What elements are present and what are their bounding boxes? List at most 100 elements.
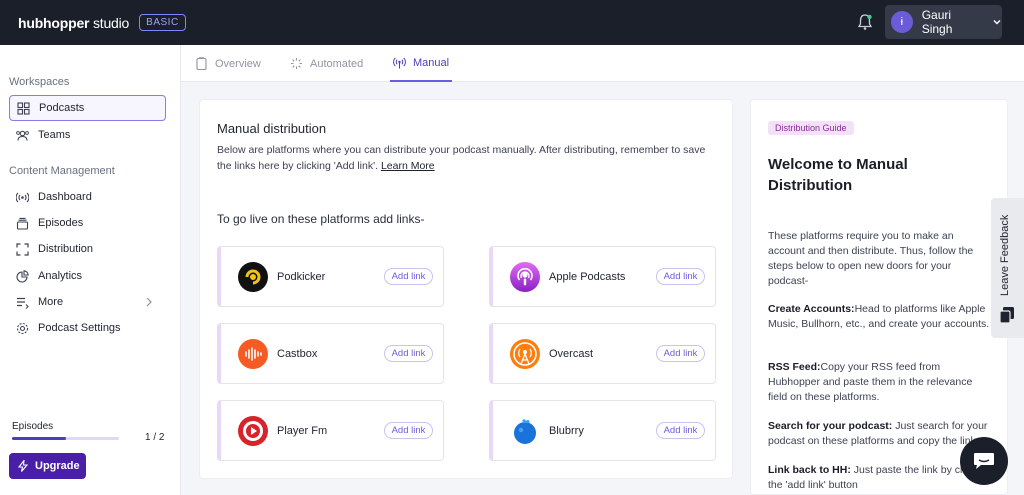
expand-icon xyxy=(16,242,29,256)
add-link-button[interactable]: Add link xyxy=(384,268,433,285)
layers-icon xyxy=(16,217,29,230)
sidebar-item-label: Episodes xyxy=(38,217,84,229)
sidebar-item-label: Teams xyxy=(38,129,71,141)
episodes-quota-count: 1 / 2 xyxy=(145,432,165,443)
platform-name: Castbox xyxy=(277,347,318,360)
apple-podcasts-icon xyxy=(510,261,540,292)
sidebar-item-label: Analytics xyxy=(38,270,83,282)
guide-step-title: RSS Feed: xyxy=(768,361,821,373)
chat-icon xyxy=(974,453,994,469)
sidebar-item-label: Podcast Settings xyxy=(38,322,121,334)
sidebar-item-episodes[interactable]: Episodes xyxy=(9,210,166,236)
broadcast-icon xyxy=(16,192,29,202)
add-link-button[interactable]: Add link xyxy=(656,422,705,439)
overcast-icon xyxy=(510,338,540,369)
guide-badge: Distribution Guide xyxy=(768,121,854,135)
guide-step-title: Create Accounts: xyxy=(768,303,855,315)
description-text: Below are platforms where you can distri… xyxy=(217,144,706,172)
platform-name: Podkicker xyxy=(277,270,326,283)
sidebar-item-dashboard[interactable]: Dashboard xyxy=(9,184,166,210)
lightning-icon xyxy=(17,460,29,472)
sidebar-item-analytics[interactable]: Analytics xyxy=(9,263,166,289)
platform-name: Overcast xyxy=(549,347,594,360)
episodes-quota-label: Episodes xyxy=(12,421,54,432)
add-link-button[interactable]: Add link xyxy=(384,345,433,362)
episodes-progress-fill xyxy=(12,437,66,440)
add-link-button[interactable]: Add link xyxy=(656,345,705,362)
tab-label: Automated xyxy=(310,57,364,70)
platforms-subheading: To go live on these platforms add links- xyxy=(217,212,425,226)
platform-card-apple-podcasts: Apple Podcasts Add link xyxy=(489,246,716,307)
feedback-icon xyxy=(999,307,1014,324)
user-menu[interactable]: ɨ Gauri Singh xyxy=(885,5,1002,39)
tab-automated[interactable]: Automated xyxy=(290,45,363,82)
pie-chart-icon xyxy=(16,269,29,283)
blubrry-icon xyxy=(514,418,536,444)
top-bar: hubhopper studio BASIC ɨ Gauri Singh xyxy=(0,0,1024,45)
avatar: ɨ xyxy=(891,11,913,33)
sparkle-icon xyxy=(291,58,302,69)
tab-manual[interactable]: Manual xyxy=(390,45,453,82)
platform-card-podkicker: Podkicker Add link xyxy=(217,246,444,307)
castbox-icon xyxy=(238,338,268,369)
player-fm-icon xyxy=(238,415,268,446)
upgrade-button[interactable]: Upgrade xyxy=(9,453,86,479)
sidebar-item-label: Distribution xyxy=(38,243,94,255)
leave-feedback-tab[interactable]: Leave Feedback xyxy=(991,198,1024,338)
sidebar-item-label: Dashboard xyxy=(38,191,92,203)
workspaces-heading: Workspaces xyxy=(9,76,70,88)
platform-card-blubrry: Blubrry Add link xyxy=(489,400,716,461)
plan-badge: BASIC xyxy=(139,14,186,31)
user-name: Gauri Singh xyxy=(921,8,953,36)
content-management-heading: Content Management xyxy=(9,165,115,177)
chevron-right-icon xyxy=(146,297,152,307)
sidebar-item-podcasts[interactable]: Podcasts xyxy=(9,95,166,121)
guide-intro: These platforms require you to make an a… xyxy=(768,230,974,287)
brand-logo[interactable]: hubhopper studio xyxy=(18,15,129,31)
chevron-down-icon xyxy=(993,20,1001,25)
grid-icon xyxy=(17,101,30,115)
platform-name: Player Fm xyxy=(277,424,328,437)
list-icon xyxy=(17,297,29,309)
upgrade-label: Upgrade xyxy=(35,460,80,472)
sidebar-item-podcast-settings[interactable]: Podcast Settings xyxy=(9,315,166,341)
chat-widget-button[interactable] xyxy=(960,437,1008,485)
platform-name: Blubrry xyxy=(549,424,584,437)
notification-bell-icon[interactable] xyxy=(856,13,874,31)
manual-distribution-card: Manual distribution Below are platforms … xyxy=(199,99,733,479)
guide-step: RSS Feed:Copy your RSS feed from Hubhopp… xyxy=(768,360,990,405)
tab-label: Manual xyxy=(413,56,450,69)
episodes-progress-bar xyxy=(12,437,119,440)
podkicker-icon xyxy=(238,261,268,292)
clipboard-icon xyxy=(196,57,207,70)
distribution-tabs: Overview Automated Manual xyxy=(181,45,1024,82)
add-link-button[interactable]: Add link xyxy=(384,422,433,439)
sidebar: Workspaces Podcasts Teams Content Manage… xyxy=(0,45,181,495)
sidebar-item-label: Podcasts xyxy=(39,102,85,114)
platform-name: Apple Podcasts xyxy=(549,270,626,283)
learn-more-link[interactable]: Learn More xyxy=(381,160,435,172)
tab-overview[interactable]: Overview xyxy=(195,45,261,82)
platform-card-player-fm: Player Fm Add link xyxy=(217,400,444,461)
guide-step-title: Link back to HH: xyxy=(768,464,851,476)
sidebar-item-label: More xyxy=(38,296,64,308)
add-link-button[interactable]: Add link xyxy=(656,268,705,285)
sidebar-item-more[interactable]: More xyxy=(9,289,166,315)
guide-step: Search for your podcast: Just search for… xyxy=(768,419,990,449)
guide-step-title: Search for your podcast: xyxy=(768,420,893,432)
team-icon xyxy=(16,130,29,141)
distribution-guide-panel: Distribution Guide Welcome to Manual Dis… xyxy=(750,99,1008,495)
guide-step: Create Accounts:Head to platforms like A… xyxy=(768,302,990,332)
platform-card-castbox: Castbox Add link xyxy=(217,323,444,384)
page-title: Manual distribution xyxy=(217,121,327,136)
gear-icon xyxy=(16,322,29,334)
sidebar-item-teams[interactable]: Teams xyxy=(9,122,166,148)
tab-label: Overview xyxy=(215,57,261,70)
antenna-icon xyxy=(393,57,406,69)
page-description: Below are platforms where you can distri… xyxy=(217,142,717,174)
guide-title: Welcome to Manual Distribution xyxy=(768,156,908,194)
platform-card-overcast: Overcast Add link xyxy=(489,323,716,384)
guide-step: Link back to HH: Just paste the link by … xyxy=(768,463,990,493)
sidebar-item-distribution[interactable]: Distribution xyxy=(9,236,166,262)
leave-feedback-label: Leave Feedback xyxy=(999,214,1011,296)
